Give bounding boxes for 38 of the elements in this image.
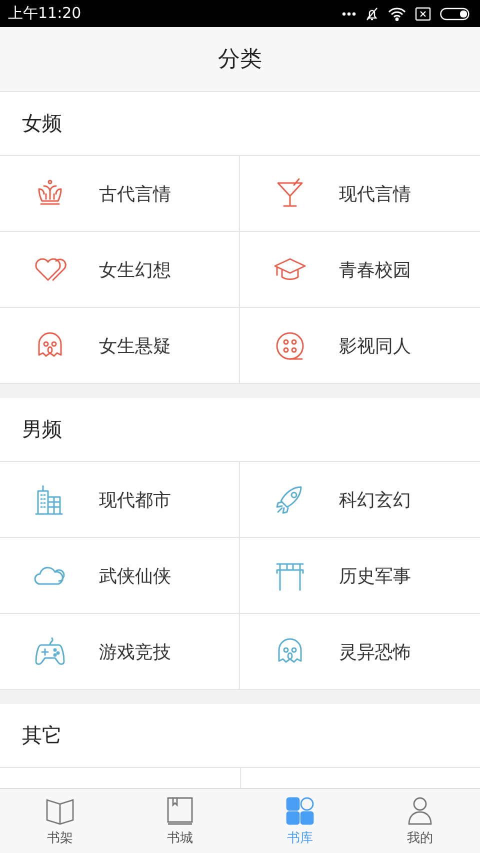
category-item[interactable]: 现代言情 bbox=[240, 156, 480, 232]
category-item[interactable]: 游戏竞技 bbox=[0, 614, 240, 689]
category-label: 影视同人 bbox=[339, 334, 411, 358]
category-label: 武侠仙侠 bbox=[99, 564, 171, 588]
category-item[interactable]: 历史军事 bbox=[240, 538, 480, 614]
grid-icon bbox=[284, 796, 316, 826]
category-label: 游戏竞技 bbox=[99, 640, 171, 664]
tab[interactable]: 书城 bbox=[120, 789, 240, 853]
muted-bell-icon bbox=[365, 6, 379, 20]
section-title: 其它 bbox=[22, 722, 62, 749]
category-label: 青春校园 bbox=[339, 258, 411, 282]
category-label: 女生幻想 bbox=[99, 258, 171, 282]
category-label: 古代言情 bbox=[99, 182, 171, 206]
tab[interactable]: 我的 bbox=[360, 789, 480, 853]
category-label: 现代都市 bbox=[99, 488, 171, 512]
status-time: 上午11:20 bbox=[8, 4, 82, 23]
category-item[interactable]: 女生悬疑 bbox=[0, 308, 240, 383]
category-item[interactable]: 女生幻想 bbox=[0, 232, 240, 308]
category-item[interactable]: 青春校园 bbox=[240, 232, 480, 308]
tab[interactable]: 书架 bbox=[0, 789, 120, 853]
category-item[interactable]: 现代都市 bbox=[0, 462, 240, 538]
wifi-icon bbox=[388, 6, 406, 20]
section-title: 男频 bbox=[22, 416, 62, 443]
category-item[interactable]: 灵异恐怖 bbox=[240, 614, 480, 689]
category-label: 女生悬疑 bbox=[99, 334, 171, 358]
page-title: 分类 bbox=[218, 46, 262, 74]
sim-icon bbox=[415, 6, 431, 20]
category-label: 灵异恐怖 bbox=[339, 640, 411, 664]
category-item[interactable]: 古代言情 bbox=[0, 156, 240, 232]
category-item[interactable]: 影视同人 bbox=[240, 308, 480, 383]
section-title: 女频 bbox=[22, 110, 62, 137]
category-item[interactable]: 武侠仙侠 bbox=[0, 538, 240, 614]
more-dots-icon bbox=[342, 12, 356, 16]
category-label: 历史军事 bbox=[339, 564, 411, 588]
category-item[interactable]: 科幻玄幻 bbox=[240, 462, 480, 538]
category-label: 科幻玄幻 bbox=[339, 488, 411, 512]
battery-icon bbox=[440, 6, 470, 20]
category-label: 现代言情 bbox=[339, 182, 411, 206]
